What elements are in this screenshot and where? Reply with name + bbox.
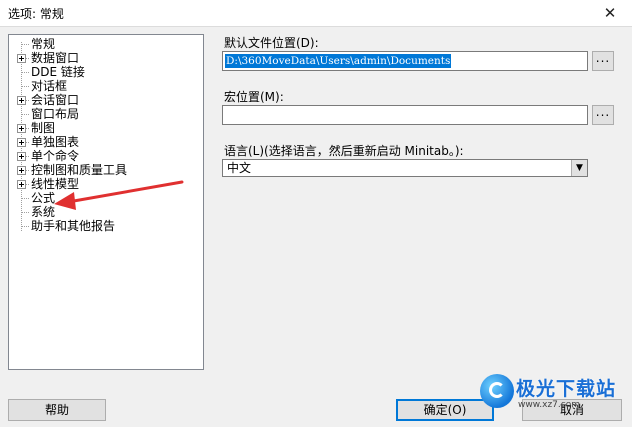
annotation-arrow: [54, 180, 184, 210]
browse-default-location-button[interactable]: ...: [592, 51, 614, 71]
tree-item-label: 制图: [31, 121, 56, 135]
expand-icon[interactable]: [17, 180, 26, 189]
close-icon[interactable]: ✕: [588, 0, 632, 26]
tree-item-label: 窗口布局: [31, 107, 80, 121]
expand-icon[interactable]: [17, 138, 26, 147]
watermark-text: 极光下载站: [516, 378, 617, 400]
default-location-value: D:\360MoveData\Users\admin\Documents: [225, 54, 452, 68]
watermark-logo-icon: [480, 374, 514, 408]
watermark-url: www.xz7.com: [518, 400, 580, 410]
watermark: 极光下载站 www.xz7.com: [478, 372, 628, 420]
tree-item-label: 单个命令: [31, 149, 80, 163]
tree-item-label: 常规: [31, 37, 56, 51]
tree-item-label: 对话框: [31, 79, 68, 93]
tree-item-label: 控制图和质量工具: [31, 163, 128, 177]
tree-item-label: 会话窗口: [31, 93, 80, 107]
expand-icon[interactable]: [17, 54, 26, 63]
title-bar: 选项: 常规 ✕: [0, 0, 632, 27]
tree-item-label: 数据窗口: [31, 51, 80, 65]
expand-icon[interactable]: [17, 96, 26, 105]
tree-item-label: 助手和其他报告: [31, 219, 116, 233]
language-label: 语言(L)(选择语言，然后重新启动 Minitab。):: [224, 144, 464, 158]
tree-item-label: DDE 链接: [31, 65, 85, 79]
browse-macro-location-button[interactable]: ...: [592, 105, 614, 125]
chevron-down-icon[interactable]: ▼: [571, 160, 587, 176]
language-select[interactable]: 中文 ▼: [222, 159, 588, 177]
language-value: 中文: [227, 161, 252, 175]
tree-connector: [21, 42, 22, 231]
macro-location-label: 宏位置(M):: [224, 90, 284, 104]
default-location-field[interactable]: D:\360MoveData\Users\admin\Documents: [222, 51, 588, 71]
expand-icon[interactable]: [17, 166, 26, 175]
expand-icon[interactable]: [17, 152, 26, 161]
macro-location-field[interactable]: [222, 105, 588, 125]
tree-item-label: 单独图表: [31, 135, 80, 149]
help-button[interactable]: 帮助: [8, 399, 106, 421]
default-location-label: 默认文件位置(D):: [224, 36, 319, 50]
window-title: 选项: 常规: [8, 7, 64, 21]
expand-icon[interactable]: [17, 124, 26, 133]
